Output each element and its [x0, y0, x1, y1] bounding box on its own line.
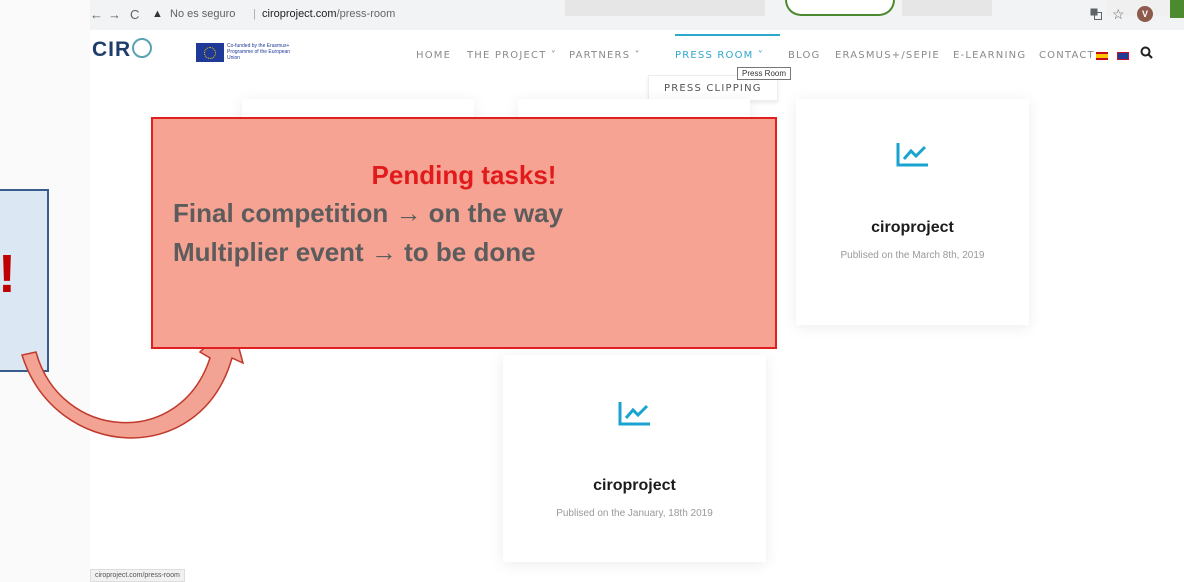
post-card[interactable]: ciroproject Publised on the January, 18t…: [503, 355, 766, 562]
exclamation-mark: !: [0, 243, 16, 305]
url-path: /press-room: [336, 8, 396, 20]
post-card[interactable]: ciroproject Publised on the March 8th, 2…: [796, 99, 1029, 325]
back-arrow-icon[interactable]: ←: [90, 8, 103, 22]
english-flag-icon[interactable]: [1117, 52, 1129, 60]
slide-decoration: [902, 0, 992, 16]
card-date: Publised on the March 8th, 2019: [840, 250, 985, 261]
nav-contact[interactable]: CONTACT: [1039, 50, 1095, 61]
status-bar: ciroproject.com/press-room: [90, 569, 185, 582]
card-date: Publised on the January, 18th 2019: [556, 508, 713, 519]
slide-decoration: [785, 0, 895, 16]
eu-flag-icon: [196, 43, 224, 62]
address-bar[interactable]: ciroproject.com/press-room: [262, 8, 395, 21]
nav-the-project[interactable]: THE PROJECT ˅: [467, 50, 557, 61]
warning-icon[interactable]: ▲: [152, 8, 163, 21]
note-box: !: [0, 189, 49, 372]
insecure-label[interactable]: No es seguro: [170, 8, 235, 21]
logo-text: CIR: [92, 38, 132, 61]
nav-e-learning[interactable]: E-LEARNING: [953, 50, 1026, 61]
card-title[interactable]: ciroproject: [503, 477, 766, 495]
nav-press-room[interactable]: PRESS ROOM ˅: [675, 50, 764, 61]
url-separator: |: [253, 8, 256, 20]
task-multiplier-event: Multiplier event → to be done: [173, 237, 536, 267]
nav-erasmus-sepie[interactable]: ERASMUS+/SEPIE: [835, 50, 940, 61]
slide-decoration: [565, 0, 765, 16]
profile-avatar[interactable]: V: [1137, 6, 1153, 22]
spanish-flag-icon[interactable]: [1096, 52, 1108, 60]
tooltip: Press Room: [737, 67, 792, 80]
forward-arrow-icon[interactable]: →: [108, 8, 121, 22]
eu-cofunded-text: Co-funded by the Erasmus+ Programme of t…: [227, 43, 291, 61]
translate-icon[interactable]: [1090, 8, 1102, 20]
slide-decoration: [1170, 0, 1184, 18]
pending-tasks-box: Pending tasks! Final competition → on th…: [151, 117, 777, 349]
dropdown-item-press-clipping[interactable]: PRESS CLIPPING: [664, 83, 762, 94]
active-nav-indicator: [675, 34, 780, 36]
reload-icon[interactable]: C: [130, 8, 139, 22]
pending-tasks-title: Pending tasks!: [371, 160, 557, 190]
search-icon[interactable]: [1140, 46, 1153, 59]
card-title[interactable]: ciroproject: [796, 219, 1029, 237]
nav-partners[interactable]: PARTNERS ˅: [569, 50, 641, 61]
task-final-competition: Final competition → on the way: [173, 198, 564, 228]
chart-up-icon: [896, 143, 928, 167]
logo-bulb-icon: [132, 38, 153, 58]
chart-up-icon: [618, 402, 650, 426]
bookmark-star-icon[interactable]: ☆: [1112, 6, 1125, 23]
nav-home[interactable]: HOME: [416, 50, 451, 61]
url-domain: ciroproject.com: [262, 8, 337, 20]
nav-blog[interactable]: BLOG: [788, 50, 821, 61]
browser-toolbar: ← → C ▲ No es seguro | ciroproject.com/p…: [90, 0, 1184, 30]
ciro-logo[interactable]: CIR: [92, 38, 153, 62]
